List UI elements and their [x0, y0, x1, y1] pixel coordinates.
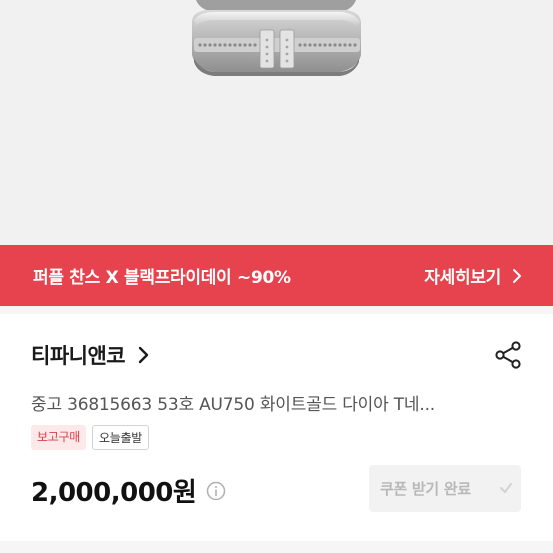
ring-image	[192, 0, 361, 76]
product-price: 2,000,000원	[31, 478, 197, 508]
promo-detail-label: 자세히보기	[424, 268, 501, 288]
info-circle-icon[interactable]	[206, 481, 226, 501]
product-title: 중고 36815663 53호 AU750 화이트골드 다이아 T네...	[31, 395, 435, 415]
badge-view-purchase: 보고구매	[31, 425, 86, 450]
coupon-label: 쿠폰 받기 완료	[380, 480, 471, 498]
brand-row: 티파니앤코	[31, 338, 523, 372]
badge-list: 보고구매 오늘출발	[31, 425, 149, 450]
brand-name: 티파니앤코	[31, 344, 126, 368]
chevron-right-icon	[513, 268, 521, 283]
chevron-right-icon	[138, 346, 149, 364]
promo-banner[interactable]: 퍼플 찬스 X 블랙프라이데이 ~90% 자세히보기	[0, 245, 553, 306]
bottom-divider	[0, 541, 553, 553]
product-image[interactable]	[0, 0, 553, 245]
coupon-button[interactable]: 쿠폰 받기 완료	[369, 465, 521, 512]
brand-link[interactable]: 티파니앤코	[31, 340, 149, 370]
price-row: 2,000,000원	[31, 472, 226, 509]
badge-same-day-shipping: 오늘출발	[91, 425, 149, 450]
section-divider	[0, 306, 553, 314]
promo-text: 퍼플 찬스 X 블랙프라이데이 ~90%	[33, 268, 291, 288]
promo-detail-link[interactable]: 자세히보기	[424, 263, 523, 288]
share-icon[interactable]	[493, 340, 523, 370]
check-icon	[500, 483, 512, 493]
